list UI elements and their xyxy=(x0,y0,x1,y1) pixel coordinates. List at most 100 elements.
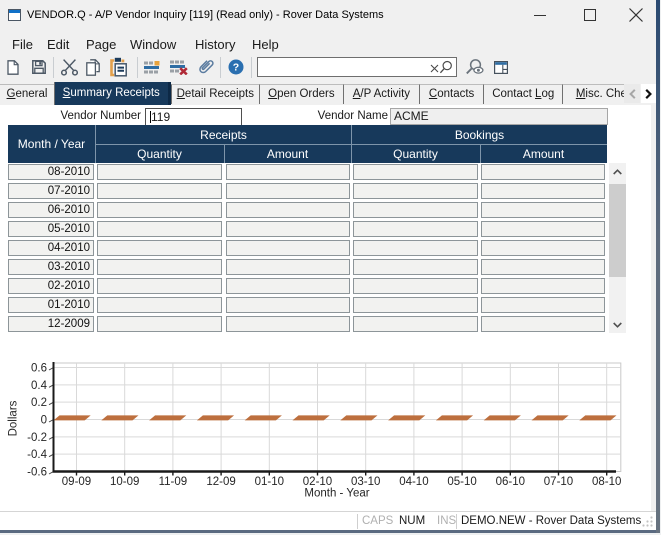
menu-history[interactable]: History xyxy=(195,33,235,56)
x-tick-label: 02-10 xyxy=(303,476,332,488)
cell-bookings_amount[interactable] xyxy=(481,259,605,275)
minimize-button[interactable] xyxy=(517,0,563,30)
window-layout-button[interactable] xyxy=(492,54,510,80)
close-button[interactable] xyxy=(613,0,659,30)
tab-bar: GeneralSummary ReceiptsDetail ReceiptsOp… xyxy=(0,81,656,105)
tab-summary-receipts[interactable]: Summary Receipts xyxy=(54,82,171,106)
cell-month[interactable]: 02-2010 xyxy=(8,278,94,294)
table-scrollbar[interactable] xyxy=(609,163,626,333)
cell-receipts_quantity[interactable] xyxy=(97,316,222,332)
cell-bookings_quantity[interactable] xyxy=(353,240,478,256)
cell-receipts_amount[interactable] xyxy=(226,316,350,332)
cut-button[interactable] xyxy=(60,54,78,80)
line-dash xyxy=(436,415,473,420)
cell-month[interactable]: 01-2010 xyxy=(8,297,94,313)
cell-bookings_amount[interactable] xyxy=(481,278,605,294)
cell-month[interactable]: 12-2009 xyxy=(8,316,94,332)
header-receipts-amount: Amount xyxy=(224,144,351,163)
vendor-name-input[interactable]: ACME xyxy=(390,108,608,125)
save-button[interactable] xyxy=(30,54,48,80)
cell-bookings_amount[interactable] xyxy=(481,164,605,180)
cell-receipts_amount[interactable] xyxy=(226,297,350,313)
scroll-down-button[interactable] xyxy=(609,316,626,333)
cell-bookings_quantity[interactable] xyxy=(353,278,478,294)
cell-month[interactable]: 06-2010 xyxy=(8,202,94,218)
cell-receipts_quantity[interactable] xyxy=(97,259,222,275)
cell-bookings_quantity[interactable] xyxy=(353,183,478,199)
paste-button[interactable] xyxy=(108,54,128,80)
lookup-preview-button[interactable] xyxy=(464,54,488,80)
toolbar-separator xyxy=(137,57,138,78)
tab-detail-receipts[interactable]: Detail Receipts xyxy=(171,84,260,104)
menu-file[interactable]: File xyxy=(12,33,33,56)
cell-month[interactable]: 05-2010 xyxy=(8,221,94,237)
cell-month[interactable]: 07-2010 xyxy=(8,183,94,199)
help-button[interactable]: ? xyxy=(227,54,244,80)
toolbar-separator xyxy=(53,57,54,78)
delete-row-button[interactable] xyxy=(169,54,189,80)
cell-bookings_amount[interactable] xyxy=(481,221,605,237)
new-document-button[interactable] xyxy=(4,54,22,80)
cell-receipts_amount[interactable] xyxy=(226,240,350,256)
cell-bookings_quantity[interactable] xyxy=(353,164,478,180)
vendor-number-label: Vendor Number xyxy=(45,110,141,122)
cell-receipts_quantity[interactable] xyxy=(97,221,222,237)
cell-bookings_quantity[interactable] xyxy=(353,221,478,237)
tab-misc-chec[interactable]: Misc. Chec xyxy=(562,84,624,104)
header-bookings-amount: Amount xyxy=(480,144,607,163)
cell-receipts_quantity[interactable] xyxy=(97,278,222,294)
cell-receipts_quantity[interactable] xyxy=(97,164,222,180)
cell-receipts_quantity[interactable] xyxy=(97,240,222,256)
status-ins-indicator: INS xyxy=(437,515,456,527)
tab-general[interactable]: General xyxy=(0,84,54,104)
search-icon[interactable] xyxy=(439,60,453,78)
menu-page[interactable]: Page xyxy=(86,33,116,56)
cell-receipts_amount[interactable] xyxy=(226,221,350,237)
cell-bookings_quantity[interactable] xyxy=(353,316,478,332)
menu-edit[interactable]: Edit xyxy=(47,33,69,56)
cell-month[interactable]: 03-2010 xyxy=(8,259,94,275)
cell-bookings_amount[interactable] xyxy=(481,202,605,218)
app-window-icon xyxy=(8,9,21,21)
insert-row-button[interactable] xyxy=(143,54,162,80)
cell-receipts_amount[interactable] xyxy=(226,278,350,294)
cell-receipts_amount[interactable] xyxy=(226,183,350,199)
menu-help[interactable]: Help xyxy=(252,33,279,56)
header-grid-line xyxy=(224,144,225,163)
cell-receipts_amount[interactable] xyxy=(226,202,350,218)
cell-bookings_amount[interactable] xyxy=(481,316,605,332)
cell-receipts_amount[interactable] xyxy=(226,164,350,180)
status-num-indicator: NUM xyxy=(399,515,425,527)
tab-contacts[interactable]: Contacts xyxy=(419,84,483,104)
attachment-button[interactable] xyxy=(195,54,215,80)
menu-bar: File Edit Page Window History Help xyxy=(0,30,656,54)
statusbar-separator xyxy=(456,514,457,529)
cell-bookings_quantity[interactable] xyxy=(353,259,478,275)
scroll-up-button[interactable] xyxy=(609,163,626,180)
search-input[interactable] xyxy=(257,57,457,77)
window-title: VENDOR.Q - A/P Vendor Inquiry [119] (Rea… xyxy=(27,9,384,21)
cell-bookings_amount[interactable] xyxy=(481,240,605,256)
cell-bookings_amount[interactable] xyxy=(481,183,605,199)
cell-bookings_amount[interactable] xyxy=(481,297,605,313)
cell-month[interactable]: 04-2010 xyxy=(8,240,94,256)
cell-month[interactable]: 08-2010 xyxy=(8,164,94,180)
tab-open-orders[interactable]: Open Orders xyxy=(259,84,343,104)
scrollbar-thumb[interactable] xyxy=(609,184,626,277)
resize-grip[interactable] xyxy=(641,515,654,528)
line-dash xyxy=(340,415,377,420)
cell-receipts_quantity[interactable] xyxy=(97,183,222,199)
tab-contact-log[interactable]: Contact Log xyxy=(483,84,562,104)
cell-receipts_quantity[interactable] xyxy=(97,297,222,313)
copy-button[interactable] xyxy=(84,54,102,80)
tab-scroll-right-button[interactable] xyxy=(641,84,657,103)
cell-bookings_quantity[interactable] xyxy=(353,297,478,313)
tab-a-p-activity[interactable]: A/P Activity xyxy=(343,84,419,104)
cell-receipts_quantity[interactable] xyxy=(97,202,222,218)
menu-window[interactable]: Window xyxy=(130,33,176,56)
tab-page-summary-receipts: Vendor Number 119 Vendor Name ACME Month… xyxy=(0,105,651,511)
cell-receipts_amount[interactable] xyxy=(226,259,350,275)
cell-bookings_quantity[interactable] xyxy=(353,202,478,218)
tab-scroll-left-button[interactable] xyxy=(624,84,640,103)
maximize-button[interactable] xyxy=(567,0,613,30)
